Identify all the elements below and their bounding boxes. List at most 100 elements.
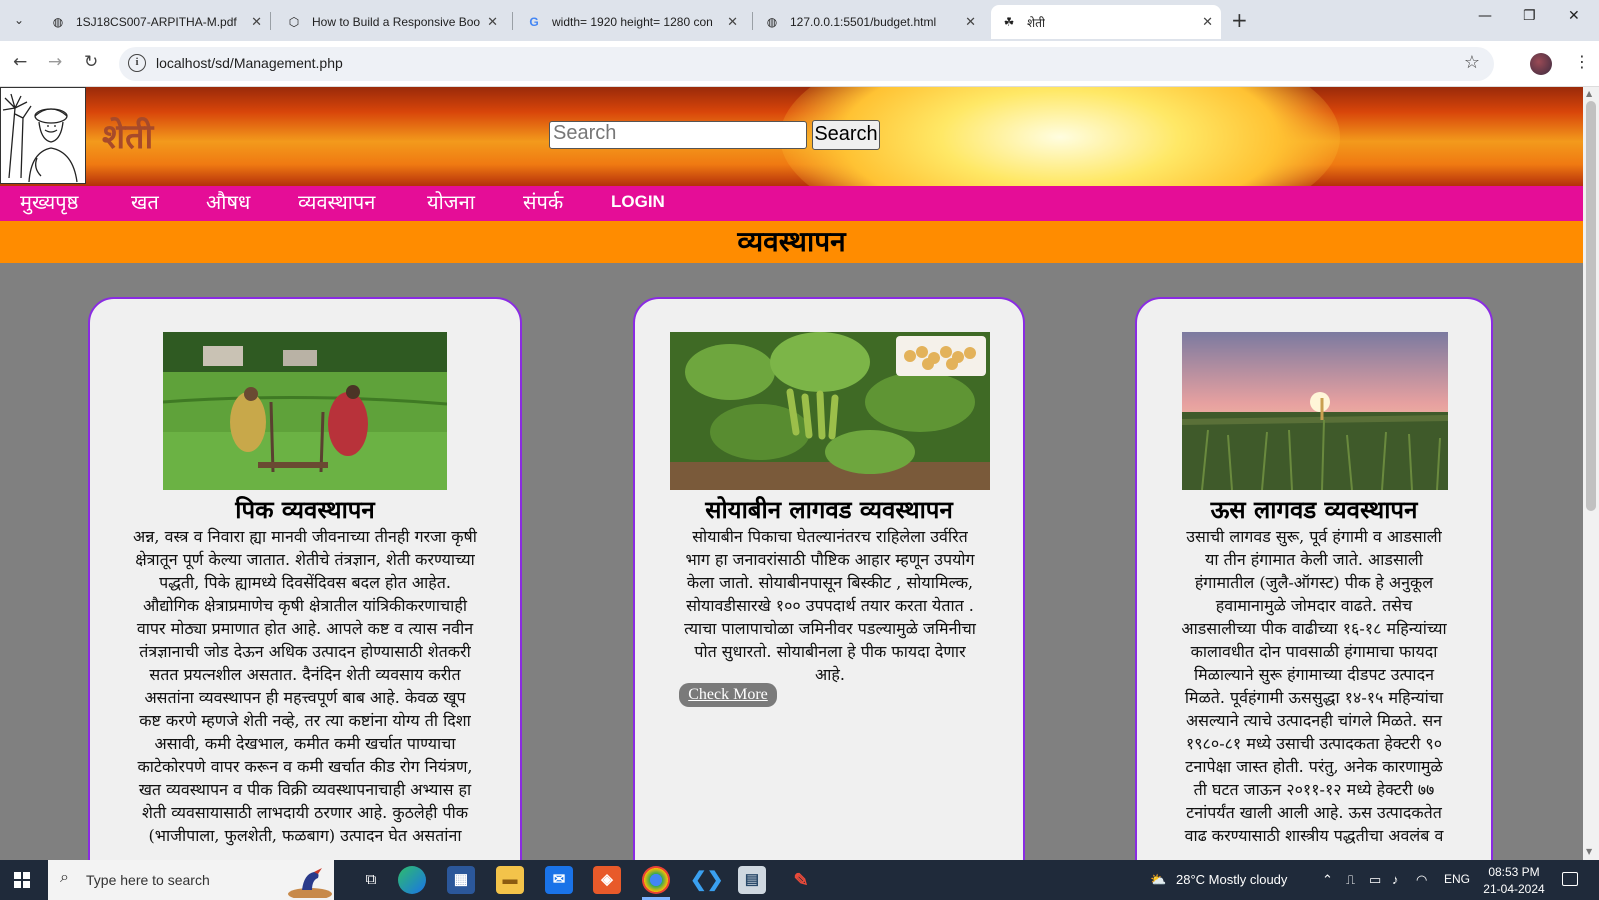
card-text-line: सतत प्रयत्नशील असतात. दैनंदिन शेती व्यवस… bbox=[149, 665, 461, 684]
minimize-icon[interactable]: — bbox=[1478, 8, 1492, 24]
tab-title: शेती bbox=[1027, 15, 1046, 30]
card-body: उसाची लागवड सुरू, पूर्व हंगामी व आडसाली … bbox=[1142, 525, 1486, 847]
tab-budget[interactable]: ◍ 127.0.0.1:5501/budget.html ✕ bbox=[754, 5, 984, 39]
weather-icon[interactable]: ⛅ bbox=[1150, 872, 1166, 888]
edge-browser-icon[interactable] bbox=[398, 866, 426, 894]
browser-toolbar: ← → ↻ i localhost/sd/Management.php ☆ ⋮ bbox=[0, 41, 1599, 87]
sugarcane-photo bbox=[1182, 332, 1448, 490]
address-bar[interactable]: i localhost/sd/Management.php ☆ bbox=[119, 47, 1494, 81]
card-text-line: कष्ट करणे म्हणजे शेती नव्हे, तर त्या कष्… bbox=[139, 711, 471, 730]
card-body: सोयाबीन पिकाचा घेतल्यानंतरच राहिलेला उर्… bbox=[645, 525, 1015, 686]
tab-separator bbox=[270, 12, 271, 30]
google-icon: G bbox=[529, 15, 539, 29]
soybean-photo bbox=[670, 332, 990, 490]
wifi-icon[interactable]: ◠ bbox=[1416, 872, 1427, 888]
card-text-line: वाढ करण्यासाठी शास्त्रीय पद्धतीचा अवलंब … bbox=[1184, 826, 1444, 845]
close-tab-icon[interactable]: ✕ bbox=[727, 14, 738, 30]
taskbar-search-box[interactable]: ⌕ Type here to search bbox=[48, 860, 334, 900]
card-text-line: पद्धती, पिके ह्यामध्ये दिवसेंदिवस बदल हो… bbox=[159, 573, 451, 592]
page-viewport: शेती Search Search मुख्यपृष्ठ खत औषध व्य… bbox=[0, 87, 1583, 860]
vscode-icon[interactable]: ❮❯ bbox=[690, 866, 724, 894]
forward-arrow-icon[interactable]: → bbox=[48, 52, 62, 72]
tab-google[interactable]: G width= 1920 height= 1280 con ✕ bbox=[516, 5, 746, 39]
card-text-line: कालावधीत दोन पावसाळी हंगामाचा फायदा bbox=[1190, 642, 1438, 661]
menu-kebab-icon[interactable]: ⋮ bbox=[1574, 52, 1590, 71]
mail-icon[interactable]: ✉ bbox=[545, 866, 573, 894]
weather-text[interactable]: 28°C Mostly cloudy bbox=[1176, 872, 1287, 887]
chrome-icon[interactable] bbox=[642, 866, 670, 894]
card-text-line: क्षेत्रातून पूर्ण केल्या जातात. शेतीचे त… bbox=[135, 550, 475, 569]
nav-fertilizer[interactable]: खत bbox=[131, 188, 159, 215]
card-crop-management: पिक व्यवस्थापन अन्न, वस्त्र व निवारा ह्य… bbox=[88, 297, 522, 860]
tab-separator bbox=[512, 12, 513, 30]
tab-sheti-active[interactable]: ☘ शेती ✕ bbox=[991, 5, 1221, 39]
close-tab-icon[interactable]: ✕ bbox=[965, 14, 976, 30]
task-view-icon[interactable]: ⧉ bbox=[357, 866, 385, 894]
nav-management[interactable]: व्यवस्थापन bbox=[298, 188, 375, 215]
search-button[interactable]: Search bbox=[812, 120, 880, 150]
nav-medicine[interactable]: औषध bbox=[206, 188, 250, 215]
site-info-icon[interactable]: i bbox=[128, 54, 146, 72]
card-text-line: केला जातो. सोयाबीनपासून बिस्कीट , सोयामि… bbox=[686, 573, 974, 592]
sugarcane-sunset-image bbox=[1182, 332, 1448, 490]
main-nav: मुख्यपृष्ठ खत औषध व्यवस्थापन योजना संपर्… bbox=[0, 186, 1583, 221]
card-text-line: (भाजीपाला, फुलशेती, फळबाग) उत्पादन घेत अ… bbox=[148, 826, 462, 845]
page-scrollbar[interactable]: ▲ ▼ bbox=[1583, 87, 1599, 860]
close-tab-icon[interactable]: ✕ bbox=[251, 14, 262, 30]
card-text-line: हंगामातील (जुलै-ऑगस्ट) पीक हे अनुकूल bbox=[1194, 573, 1434, 592]
nav-login[interactable]: LOGIN bbox=[611, 192, 665, 212]
url-text[interactable]: localhost/sd/Management.php bbox=[156, 55, 343, 71]
volume-icon[interactable]: ♪ bbox=[1392, 872, 1399, 887]
farmer-logo-icon bbox=[2, 93, 78, 183]
close-window-icon[interactable]: ✕ bbox=[1568, 8, 1580, 24]
app-icon[interactable]: ◈ bbox=[593, 866, 621, 894]
file-explorer-icon[interactable]: ▬ bbox=[496, 866, 524, 894]
browser-tab-strip: ⌄ ◍ 1SJ18CS007-ARPITHA-M.pdf ✕ ⬡ How to … bbox=[0, 0, 1599, 41]
reload-icon[interactable]: ↻ bbox=[84, 52, 98, 72]
nav-schemes[interactable]: योजना bbox=[427, 188, 475, 215]
card-sugarcane-management: ऊस लागवड व्यवस्थापन उसाची लागवड सुरू, पू… bbox=[1135, 297, 1493, 860]
card-text-line: अन्न, वस्त्र व निवारा ह्या मानवी जीवनाच्… bbox=[133, 527, 477, 546]
card-text-line: सोयावडीसारखे १०० उपपदार्थ तयार करता येता… bbox=[686, 596, 974, 615]
tab-pdf[interactable]: ◍ 1SJ18CS007-ARPITHA-M.pdf ✕ bbox=[40, 5, 270, 39]
network-icon[interactable]: ⎍ bbox=[1346, 872, 1355, 888]
scrollbar-thumb[interactable] bbox=[1586, 101, 1596, 511]
clock-date: 21-04-2024 bbox=[1483, 882, 1545, 896]
scroll-down-icon[interactable]: ▼ bbox=[1586, 847, 1592, 856]
codepen-icon: ⬡ bbox=[288, 15, 300, 29]
back-arrow-icon[interactable]: ← bbox=[13, 52, 27, 72]
taskbar-clock[interactable]: 08:53 PM 21-04-2024 bbox=[1479, 864, 1549, 898]
card-text-line: खत व्यवस्थापन व पीक विक्री व्यवस्थापनाचा… bbox=[138, 780, 472, 799]
close-tab-icon[interactable]: ✕ bbox=[1202, 14, 1213, 30]
card-text-line: टनांपर्यंत खाली आली आहे. ऊस उत्पादकतेत bbox=[1186, 803, 1442, 822]
new-tab-icon[interactable]: + bbox=[1231, 8, 1248, 32]
battery-icon[interactable]: ▭ bbox=[1369, 872, 1381, 888]
search-icon: ⌕ bbox=[60, 869, 69, 886]
card-text-line: त्याचा पालापाचोळा जमिनीवर पडल्यामुळे जमि… bbox=[684, 619, 976, 638]
notepad-icon[interactable]: ▤ bbox=[738, 866, 766, 894]
card-text-line: पोत सुधारतो. सोयाबीनला हे पीक फायदा देणा… bbox=[694, 642, 966, 661]
language-indicator[interactable]: ENG bbox=[1444, 872, 1470, 886]
windows-start-icon[interactable] bbox=[14, 872, 30, 888]
scroll-up-icon[interactable]: ▲ bbox=[1586, 89, 1592, 98]
section-heading-band: व्यवस्थापन bbox=[0, 221, 1583, 263]
tab-codepen[interactable]: ⬡ How to Build a Responsive Boo ✕ bbox=[276, 5, 506, 39]
notification-center-icon[interactable] bbox=[1562, 872, 1578, 886]
paint-app-icon[interactable]: ✎ bbox=[787, 866, 815, 894]
card-text-line: भाग हा जनावरांसाठी पौष्टिक आहार म्हणून उ… bbox=[685, 550, 975, 569]
card-text-line: असल्याने त्याचे उत्पादनही चांगले मिळते. … bbox=[1185, 711, 1443, 730]
nav-contact[interactable]: संपर्क bbox=[523, 188, 563, 215]
bookmark-star-icon[interactable]: ☆ bbox=[1464, 52, 1480, 73]
farmer-logo bbox=[0, 87, 86, 184]
card-text-line: हवामानामुळे जोमदार वाढते. तसेच bbox=[1215, 596, 1413, 615]
search-input[interactable]: Search bbox=[549, 121, 807, 149]
windows-taskbar: ⌕ Type here to search ⧉ ▦ ▬ ✉ ◈ ❮❯ ▤ ✎ ⛅… bbox=[0, 860, 1599, 900]
close-tab-icon[interactable]: ✕ bbox=[487, 14, 498, 30]
restore-icon[interactable]: ❐ bbox=[1523, 8, 1536, 24]
nav-home[interactable]: मुख्यपृष्ठ bbox=[20, 188, 78, 215]
check-more-button[interactable]: Check More bbox=[679, 683, 777, 707]
profile-avatar[interactable] bbox=[1530, 53, 1552, 75]
show-hidden-icons-chevron-icon[interactable]: ⌃ bbox=[1322, 872, 1333, 888]
tab-search-chevron-icon[interactable]: ⌄ bbox=[8, 9, 30, 31]
microsoft-store-icon[interactable]: ▦ bbox=[447, 866, 475, 894]
